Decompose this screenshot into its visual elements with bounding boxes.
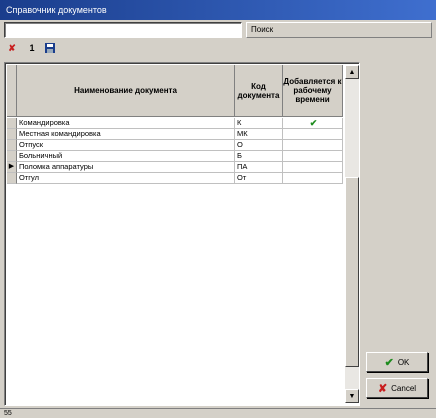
table-row[interactable]: Больничный Б (7, 151, 343, 162)
cell-code[interactable]: К (235, 118, 283, 129)
cell-flag[interactable] (283, 129, 343, 140)
cell-name[interactable]: Командировка (17, 118, 235, 129)
column-header-flag[interactable]: Добавляется к рабочему времени (283, 65, 343, 117)
cell-code[interactable]: ПА (235, 162, 283, 173)
table-row[interactable]: Местная командировка МК (7, 129, 343, 140)
table-row-selected[interactable]: ▶ Поломка аппаратуры ПА (7, 162, 343, 173)
status-bar: 55 (0, 408, 436, 418)
scroll-down-icon[interactable]: ▼ (345, 389, 359, 403)
cell-flag[interactable] (283, 140, 343, 151)
scroll-up-icon[interactable]: ▲ (345, 65, 359, 79)
title-bar: Справочник документов (0, 0, 436, 20)
vertical-scrollbar[interactable]: ▲ ▼ (345, 65, 359, 403)
cell-name[interactable]: Отгул (17, 173, 235, 184)
cancel-button[interactable]: ✘ Cancel (366, 378, 428, 398)
cell-name[interactable]: Местная командировка (17, 129, 235, 140)
row-indicator (7, 129, 17, 140)
ok-button-label: OK (397, 357, 410, 367)
cell-flag[interactable] (283, 151, 343, 162)
current-row-indicator: ▶ (7, 162, 17, 173)
table-row[interactable]: Отгул От (7, 173, 343, 184)
cell-code[interactable]: Б (235, 151, 283, 162)
cell-flag[interactable] (283, 162, 343, 173)
cancel-button-label: Cancel (391, 383, 417, 393)
cell-name[interactable]: Больничный (17, 151, 235, 162)
row-indicator (7, 173, 17, 184)
row-indicator (7, 151, 17, 162)
refresh-button[interactable]: 1 (24, 40, 40, 56)
column-header-code[interactable]: Код документа (235, 65, 283, 117)
close-icon: ✘ (377, 382, 388, 395)
save-icon[interactable] (42, 40, 58, 56)
cell-name[interactable]: Поломка аппаратуры (17, 162, 235, 173)
table-row[interactable]: Отпуск О (7, 140, 343, 151)
column-header-name[interactable]: Наименование документа (17, 65, 235, 117)
cell-code[interactable]: МК (235, 129, 283, 140)
cell-name[interactable]: Отпуск (17, 140, 235, 151)
check-icon[interactable]: ✔ (283, 118, 343, 129)
cell-code[interactable]: О (235, 140, 283, 151)
documents-grid: Наименование документа Код документа Доб… (4, 62, 360, 406)
cell-code[interactable]: От (235, 173, 283, 184)
row-indicator (7, 118, 17, 129)
row-indicator-header (7, 65, 17, 117)
delete-icon[interactable]: ✘ (4, 40, 20, 56)
scroll-thumb[interactable] (345, 177, 359, 367)
search-label: Поиск (246, 22, 432, 38)
cell-flag[interactable] (283, 173, 343, 184)
row-indicator (7, 140, 17, 151)
search-input[interactable] (4, 22, 242, 38)
dialog-window: Справочник документов Поиск ✘ 1 Наименов… (0, 0, 436, 418)
ok-button[interactable]: ✔ OK (366, 352, 428, 372)
check-icon: ✔ (384, 356, 394, 369)
table-row[interactable]: Командировка К ✔ (7, 118, 343, 129)
toolbar: ✘ 1 (4, 40, 432, 56)
